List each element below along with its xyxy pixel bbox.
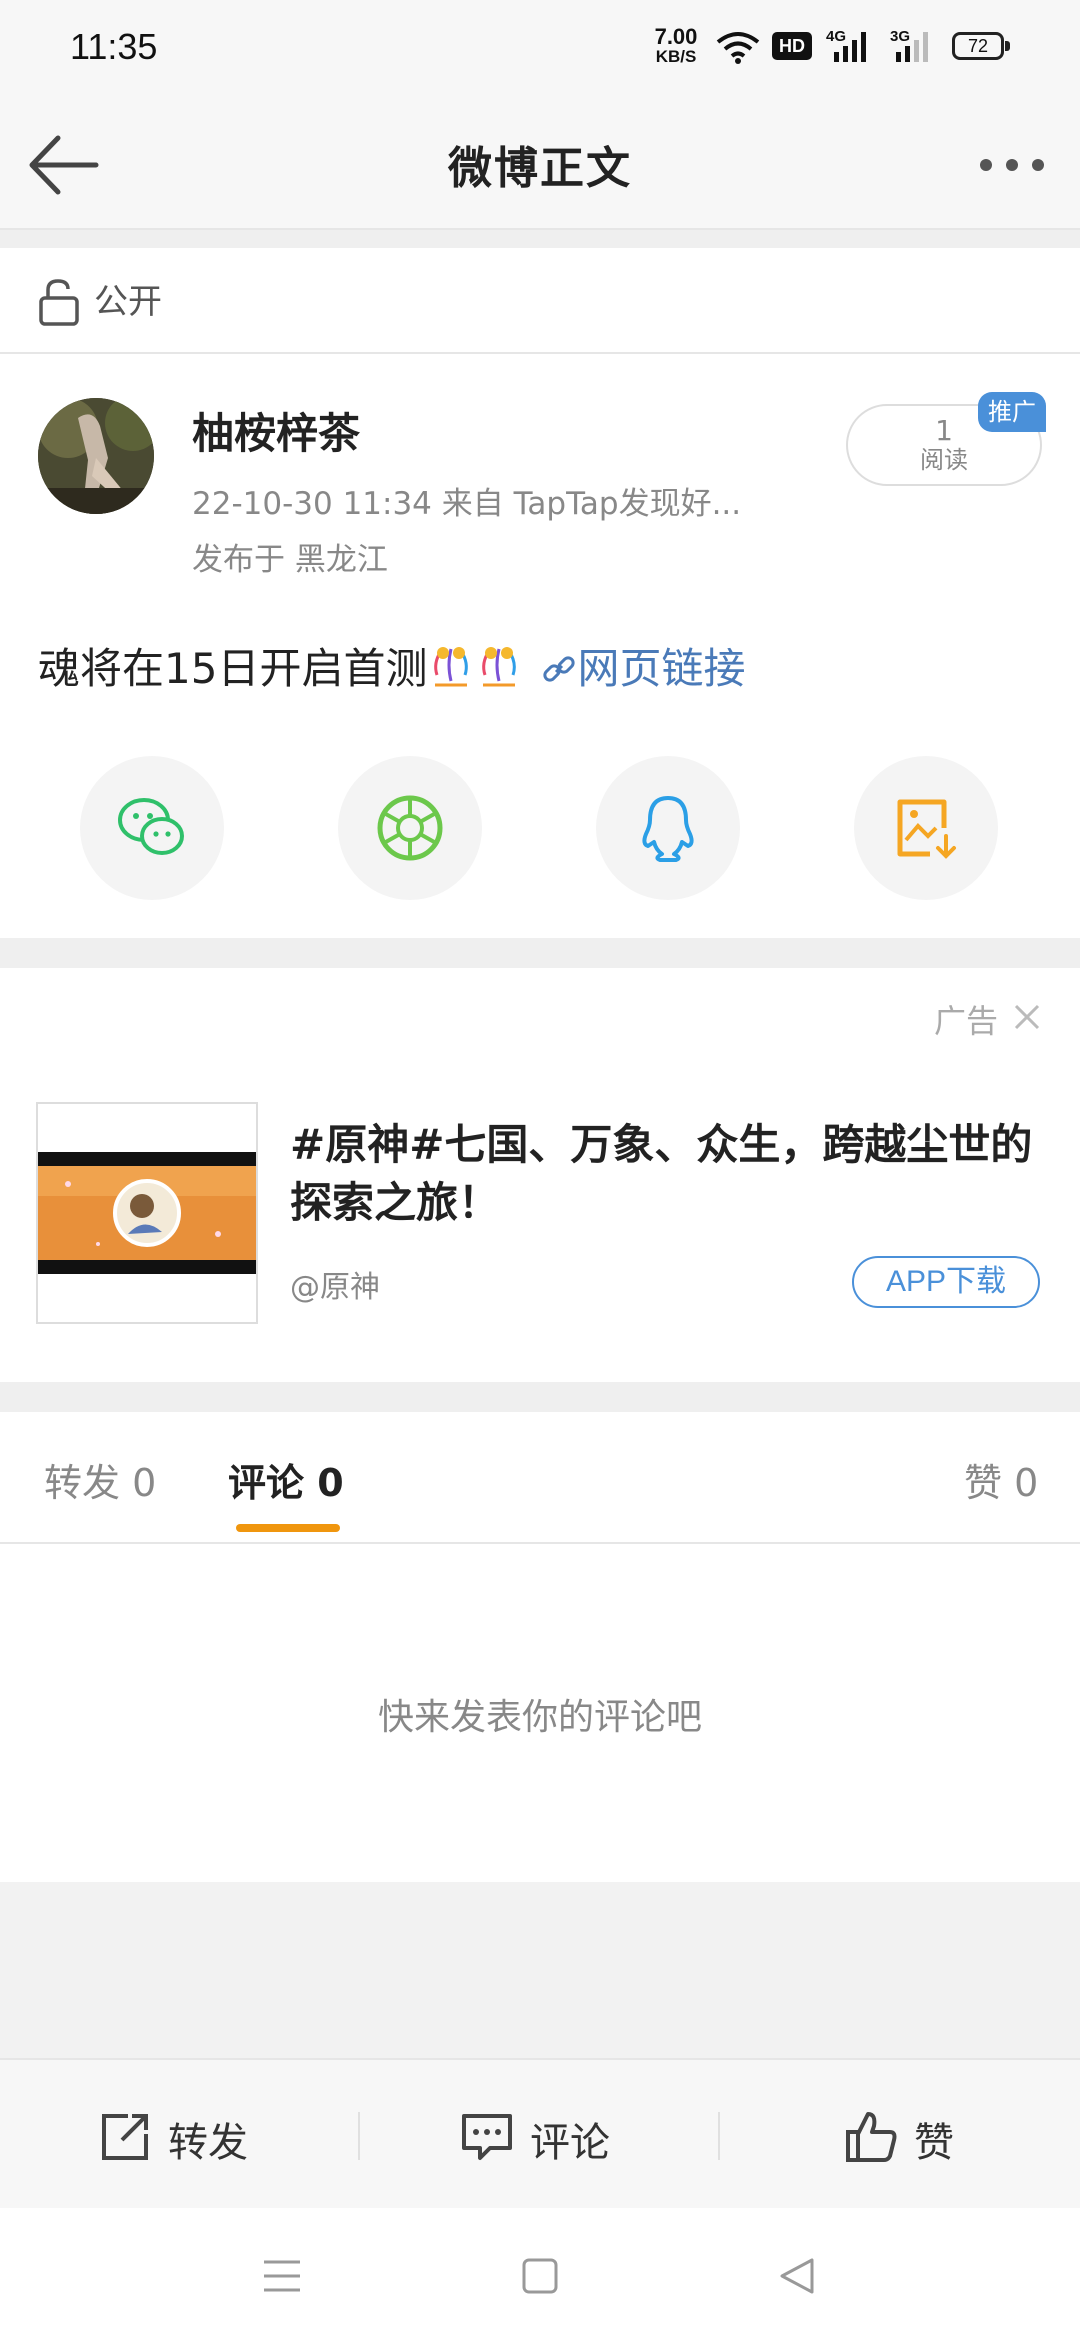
post-location: 发布于 黑龙江 (192, 542, 388, 578)
username[interactable]: 柚桉梓茶 (192, 400, 360, 461)
page-title: 微博正文 (448, 143, 632, 194)
system-nav-bar (0, 2208, 1080, 2340)
comment-icon (462, 2114, 512, 2160)
share-moments-button[interactable] (338, 756, 482, 900)
status-time: 11:35 (70, 26, 158, 67)
qq-icon (642, 796, 694, 862)
party-popper-icon (434, 647, 469, 687)
empty-state-text: 快来发表你的评论吧 (377, 1697, 702, 1738)
repost-icon (102, 2114, 148, 2160)
net-speed-unit: KB/S (655, 47, 697, 66)
wifi-icon (716, 32, 760, 64)
save-image-button[interactable] (854, 756, 998, 900)
unlock-icon (39, 279, 79, 326)
visibility-label: 公开 (94, 282, 162, 322)
home-square-icon[interactable] (522, 2258, 558, 2294)
promo-tag[interactable]: 推广 (978, 392, 1046, 432)
comment-button[interactable]: 评论 (360, 2060, 720, 2210)
tab-likes[interactable]: 赞 0 (964, 1452, 1038, 1507)
share-wechat-button[interactable] (80, 756, 224, 900)
more-dots-icon[interactable] (976, 155, 1050, 175)
section-gap (0, 1882, 1080, 2058)
bottom-toolbar: 转发 评论 赞 (0, 2058, 1080, 2210)
net-speed: 7.00 KB/S (650, 26, 702, 66)
close-icon[interactable] (1012, 1002, 1042, 1032)
ad-thumbnail[interactable] (36, 1102, 258, 1324)
section-gap (0, 938, 1080, 968)
status-bar: 11:35 7.00 KB/S HD 4G 3G 72 (0, 0, 1080, 100)
ad-source[interactable]: @原神 (290, 1262, 380, 1306)
web-link[interactable]: 网页链接 (541, 644, 745, 693)
thumbs-up-icon (846, 2112, 897, 2162)
post-meta: 22-10-30 11:34 来自 TapTap发现好... (192, 486, 742, 522)
back-triangle-icon[interactable] (778, 2256, 818, 2296)
post-text: 魂将在15日开启首测 网页链接 (38, 635, 745, 696)
moments-icon (377, 795, 443, 861)
link-icon (543, 656, 576, 682)
tabs-row: 转发 0 评论 0 赞 0 (0, 1412, 1080, 1544)
tab-indicator (236, 1524, 340, 1532)
battery-indicator: 72 (952, 32, 1010, 60)
tab-reposts[interactable]: 转发 0 (44, 1452, 156, 1507)
like-button[interactable]: 赞 (720, 2060, 1080, 2210)
post-text-content: 魂将在15日开启首测 (38, 644, 428, 693)
share-qq-button[interactable] (596, 756, 740, 900)
signal-bars-icon (834, 32, 866, 62)
comment-label: 评论 (530, 2120, 610, 2166)
net-speed-value: 7.00 (654, 24, 698, 49)
signal-bars-icon-2 (896, 32, 928, 62)
repost-label: 转发 (168, 2120, 248, 2166)
hd-badge: HD (772, 32, 812, 60)
like-label: 赞 (914, 2120, 954, 2166)
nav-bar: 微博正文 (0, 100, 1080, 230)
web-link-text: 网页链接 (577, 644, 746, 693)
ad-image (38, 1104, 256, 1322)
menu-icon[interactable] (262, 2258, 302, 2294)
tab-comments[interactable]: 评论 0 (228, 1452, 344, 1507)
wechat-icon (118, 798, 184, 855)
party-popper-icon (482, 647, 517, 687)
avatar-image (38, 398, 154, 514)
ad-title[interactable]: #原神#七国、万象、众生，跨越尘世的探索之旅！ (290, 1116, 1040, 1232)
section-gap (0, 230, 1080, 248)
repost-button[interactable]: 转发 (0, 2060, 360, 2210)
ad-label: 广告 (934, 1002, 999, 1040)
section-gap (0, 1382, 1080, 1412)
visibility-row[interactable]: 公开 (0, 248, 1080, 354)
save-image-icon (897, 799, 956, 859)
app-download-button[interactable]: APP下载 (852, 1256, 1040, 1308)
avatar[interactable] (38, 398, 154, 514)
read-label: 阅读 (920, 446, 968, 474)
